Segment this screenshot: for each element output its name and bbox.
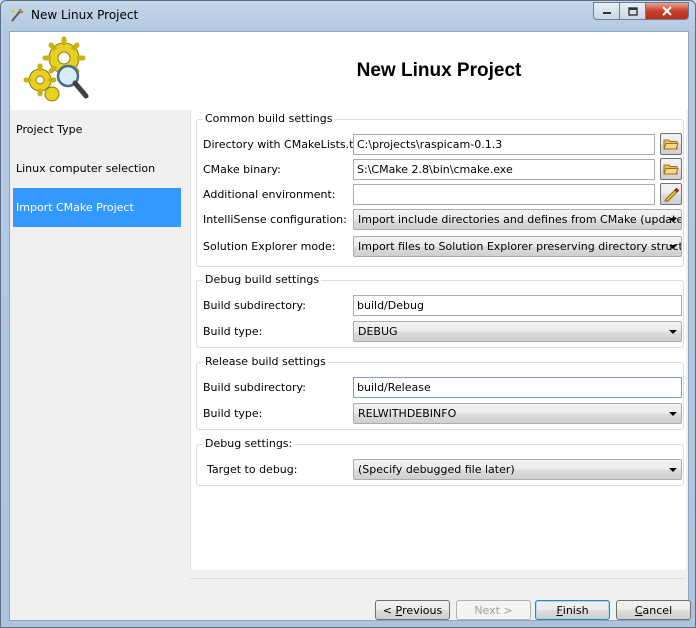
cancel-rest: ancel: [642, 603, 673, 617]
maximize-icon: [627, 6, 638, 16]
debug-build-settings-group: Debug build settings Build subdirectory:…: [196, 273, 684, 348]
folder-open-icon: [663, 139, 679, 150]
debug-settings-group: Debug settings: Target to debug: (Specif…: [196, 437, 684, 486]
target-value: (Specify debugged file later): [358, 463, 515, 476]
caption-buttons: [593, 2, 689, 20]
next-button[interactable]: Next >: [456, 600, 531, 620]
chevron-down-icon: [669, 330, 677, 334]
debug-subdir-field[interactable]: build/Debug: [353, 295, 682, 316]
release-subdir-row: Build subdirectory: build/Release: [197, 377, 683, 399]
wizard-footer: < Previous Next > Finish Cancel: [190, 578, 691, 620]
solution-explorer-label: Solution Explorer mode:: [203, 240, 336, 253]
release-subdir-label: Build subdirectory:: [203, 381, 306, 394]
title-bar[interactable]: New Linux Project: [1, 1, 695, 31]
target-label: Target to debug:: [207, 463, 298, 476]
previous-rest: revious: [402, 603, 443, 617]
settings-panel: Common build settings Directory with CMa…: [190, 110, 686, 570]
solution-explorer-value: Import files to Solution Explorer preser…: [358, 240, 682, 253]
debug-settings-legend: Debug settings:: [203, 437, 295, 450]
target-row: Target to debug: (Specify debugged file …: [197, 459, 683, 481]
intellisense-select[interactable]: Import include directories and defines f…: [353, 209, 682, 230]
cancel-hotkey: C: [634, 603, 643, 617]
sidebar-item-linux-computer[interactable]: Linux computer selection: [13, 149, 181, 188]
debug-type-row: Build type: DEBUG: [197, 321, 683, 343]
wizard-header: New Linux Project: [10, 32, 688, 110]
app-icon: [11, 8, 24, 22]
debug-subdir-label: Build subdirectory:: [203, 299, 306, 312]
chevron-down-icon: [669, 218, 677, 222]
wizard-client-area: New Linux Project Project Type Linux com…: [9, 31, 691, 621]
cmake-binary-label: CMake binary:: [203, 163, 281, 176]
release-build-settings-group: Release build settings Build subdirector…: [196, 355, 684, 430]
wizard-window: New Linux Project New Linux Project Proj…: [0, 0, 696, 628]
close-icon: [662, 6, 672, 16]
finish-rest: inish: [562, 603, 589, 617]
sidebar-item-label: Project Type: [16, 123, 83, 136]
chevron-down-icon: [669, 468, 677, 472]
minimize-button[interactable]: [593, 2, 619, 20]
previous-prefix: <: [382, 603, 396, 617]
intellisense-value: Import include directories and defines f…: [358, 213, 681, 226]
directory-label: Directory with CMakeLists.txt:: [203, 138, 368, 151]
chevron-down-icon: [669, 412, 677, 416]
cancel-button[interactable]: Cancel: [616, 600, 691, 620]
sidebar-item-label: Linux computer selection: [16, 162, 156, 175]
browse-cmake-button[interactable]: [660, 158, 682, 180]
chevron-down-icon: [669, 245, 677, 249]
intellisense-row: IntelliSense configuration: Import inclu…: [197, 209, 683, 231]
page-title: New Linux Project: [356, 60, 522, 81]
environment-field[interactable]: [353, 184, 655, 205]
debug-type-select[interactable]: DEBUG: [353, 321, 682, 342]
release-type-value: RELWITHDEBINFO: [358, 407, 457, 420]
sidebar-item-project-type[interactable]: Project Type: [13, 110, 181, 149]
environment-row: Additional environment:: [197, 183, 683, 206]
cmake-binary-field[interactable]: S:\CMake 2.8\bin\cmake.exe: [353, 159, 655, 180]
solution-explorer-select[interactable]: Import files to Solution Explorer preser…: [353, 236, 682, 257]
next-label: Next >: [474, 603, 513, 617]
previous-hotkey: P: [395, 603, 403, 617]
environment-label: Additional environment:: [203, 188, 336, 201]
directory-field[interactable]: C:\projects\raspicam-0.1.3: [353, 134, 655, 155]
folder-open-icon: [663, 164, 679, 175]
close-button[interactable]: [645, 2, 689, 20]
previous-button[interactable]: < Previous: [375, 600, 450, 620]
common-build-settings-group: Common build settings Directory with CMa…: [196, 112, 684, 267]
minimize-icon: [602, 12, 611, 14]
target-select[interactable]: (Specify debugged file later): [353, 459, 682, 480]
common-build-settings-legend: Common build settings: [203, 112, 335, 125]
window-title: New Linux Project: [31, 8, 139, 22]
cmake-binary-row: CMake binary: S:\CMake 2.8\bin\cmake.exe: [197, 158, 683, 181]
release-type-select[interactable]: RELWITHDEBINFO: [353, 403, 682, 424]
release-type-label: Build type:: [203, 407, 263, 420]
edit-environment-button[interactable]: [660, 183, 682, 205]
intellisense-label: IntelliSense configuration:: [203, 213, 347, 226]
gears-magnifier-icon: [23, 36, 89, 102]
browse-directory-button[interactable]: [660, 133, 682, 155]
finish-button[interactable]: Finish: [535, 600, 610, 620]
pencil-icon: [664, 187, 679, 202]
solution-explorer-row: Solution Explorer mode: Import files to …: [197, 236, 683, 258]
release-build-settings-legend: Release build settings: [203, 355, 328, 368]
release-type-row: Build type: RELWITHDEBINFO: [197, 403, 683, 425]
directory-row: Directory with CMakeLists.txt: C:\projec…: [197, 133, 683, 156]
sidebar-item-label: Import CMake Project: [16, 201, 134, 214]
debug-type-value: DEBUG: [358, 325, 398, 338]
wizard-body: Project Type Linux computer selection Im…: [10, 110, 691, 620]
debug-build-settings-legend: Debug build settings: [203, 273, 322, 286]
debug-type-label: Build type:: [203, 325, 263, 338]
maximize-button[interactable]: [619, 2, 645, 20]
release-subdir-field[interactable]: build/Release: [353, 377, 682, 398]
sidebar-item-import-cmake[interactable]: Import CMake Project: [13, 188, 181, 227]
debug-subdir-row: Build subdirectory: build/Debug: [197, 295, 683, 317]
wizard-steps-nav: Project Type Linux computer selection Im…: [13, 110, 181, 227]
